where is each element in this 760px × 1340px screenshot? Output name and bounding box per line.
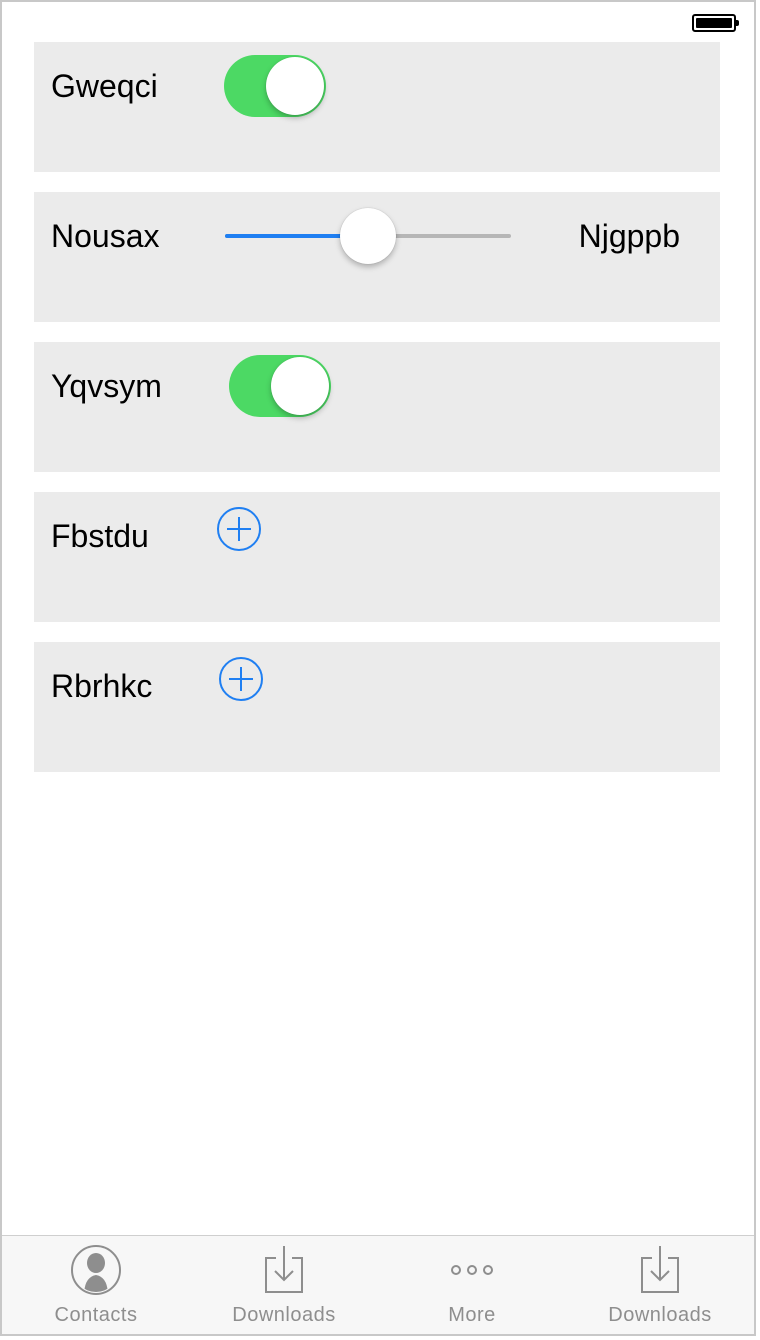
contact-avatar-icon: [71, 1245, 121, 1295]
row-label: Fbstdu: [51, 518, 149, 554]
tab-label: Downloads: [232, 1304, 336, 1326]
row-label: Rbrhkc: [51, 668, 153, 704]
tab-more[interactable]: More: [378, 1236, 566, 1334]
plus-circle-icon[interactable]: [218, 656, 264, 702]
tab-label: More: [448, 1304, 496, 1326]
tab-downloads-2[interactable]: Downloads: [566, 1236, 754, 1334]
tab-bar: Contacts Downloads More Downloads: [2, 1235, 754, 1334]
more-dots-icon: [451, 1265, 493, 1275]
app-screen: Gweqci Nousax Njgppb Yqvsym Fbstdu Rbrhk…: [0, 0, 756, 1336]
row-label: Nousax: [51, 218, 160, 254]
switch-knob: [271, 357, 329, 415]
settings-row-gweqci: Gweqci: [34, 42, 720, 172]
slider-right-label: Njgppb: [578, 218, 680, 254]
battery-icon: [692, 14, 739, 32]
toggle-switch[interactable]: [224, 55, 326, 117]
tab-contacts[interactable]: Contacts: [2, 1236, 190, 1334]
settings-row-fbstdu: Fbstdu: [34, 492, 720, 622]
value-slider[interactable]: [225, 207, 511, 267]
slider-thumb[interactable]: [340, 208, 396, 264]
tab-downloads[interactable]: Downloads: [190, 1236, 378, 1334]
plus-circle-icon[interactable]: [216, 506, 262, 552]
row-label: Yqvsym: [51, 368, 162, 404]
toggle-switch[interactable]: [229, 355, 331, 417]
download-icon: [265, 1246, 303, 1293]
settings-row-rbrhkc: Rbrhkc: [34, 642, 720, 772]
tab-label: Contacts: [54, 1304, 138, 1326]
download-icon: [641, 1246, 679, 1293]
row-label: Gweqci: [51, 68, 158, 104]
tab-label: Downloads: [608, 1304, 712, 1326]
switch-knob: [266, 57, 324, 115]
settings-row-yqvsym: Yqvsym: [34, 342, 720, 472]
settings-row-nousax: Nousax Njgppb: [34, 192, 720, 322]
